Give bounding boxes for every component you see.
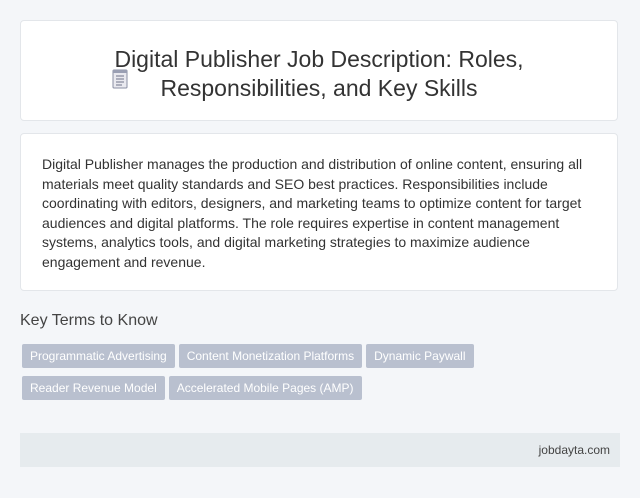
tag-accelerated-mobile-pages[interactable]: Accelerated Mobile Pages (AMP) (168, 376, 362, 400)
tag-content-monetization-platforms[interactable]: Content Monetization Platforms (178, 344, 363, 368)
footer-site-link[interactable]: jobdayta.com (539, 443, 610, 457)
job-description: Digital Publisher manages the production… (42, 156, 583, 270)
tag-dynamic-paywall[interactable]: Dynamic Paywall (366, 344, 474, 368)
page-title: Digital Publisher Job Description: Roles… (114, 46, 524, 101)
tag-programmatic-advertising[interactable]: Programmatic Advertising (22, 344, 175, 368)
description-card: Digital Publisher manages the production… (20, 133, 618, 291)
footer: jobdayta.com (20, 433, 620, 467)
title-card: Digital Publisher Job Description: Roles… (20, 20, 618, 121)
tag-reader-revenue-model[interactable]: Reader Revenue Model (22, 376, 165, 400)
key-terms-list: Programmatic Advertising Content Monetiza… (22, 344, 542, 408)
key-terms-heading: Key Terms to Know (20, 312, 158, 329)
